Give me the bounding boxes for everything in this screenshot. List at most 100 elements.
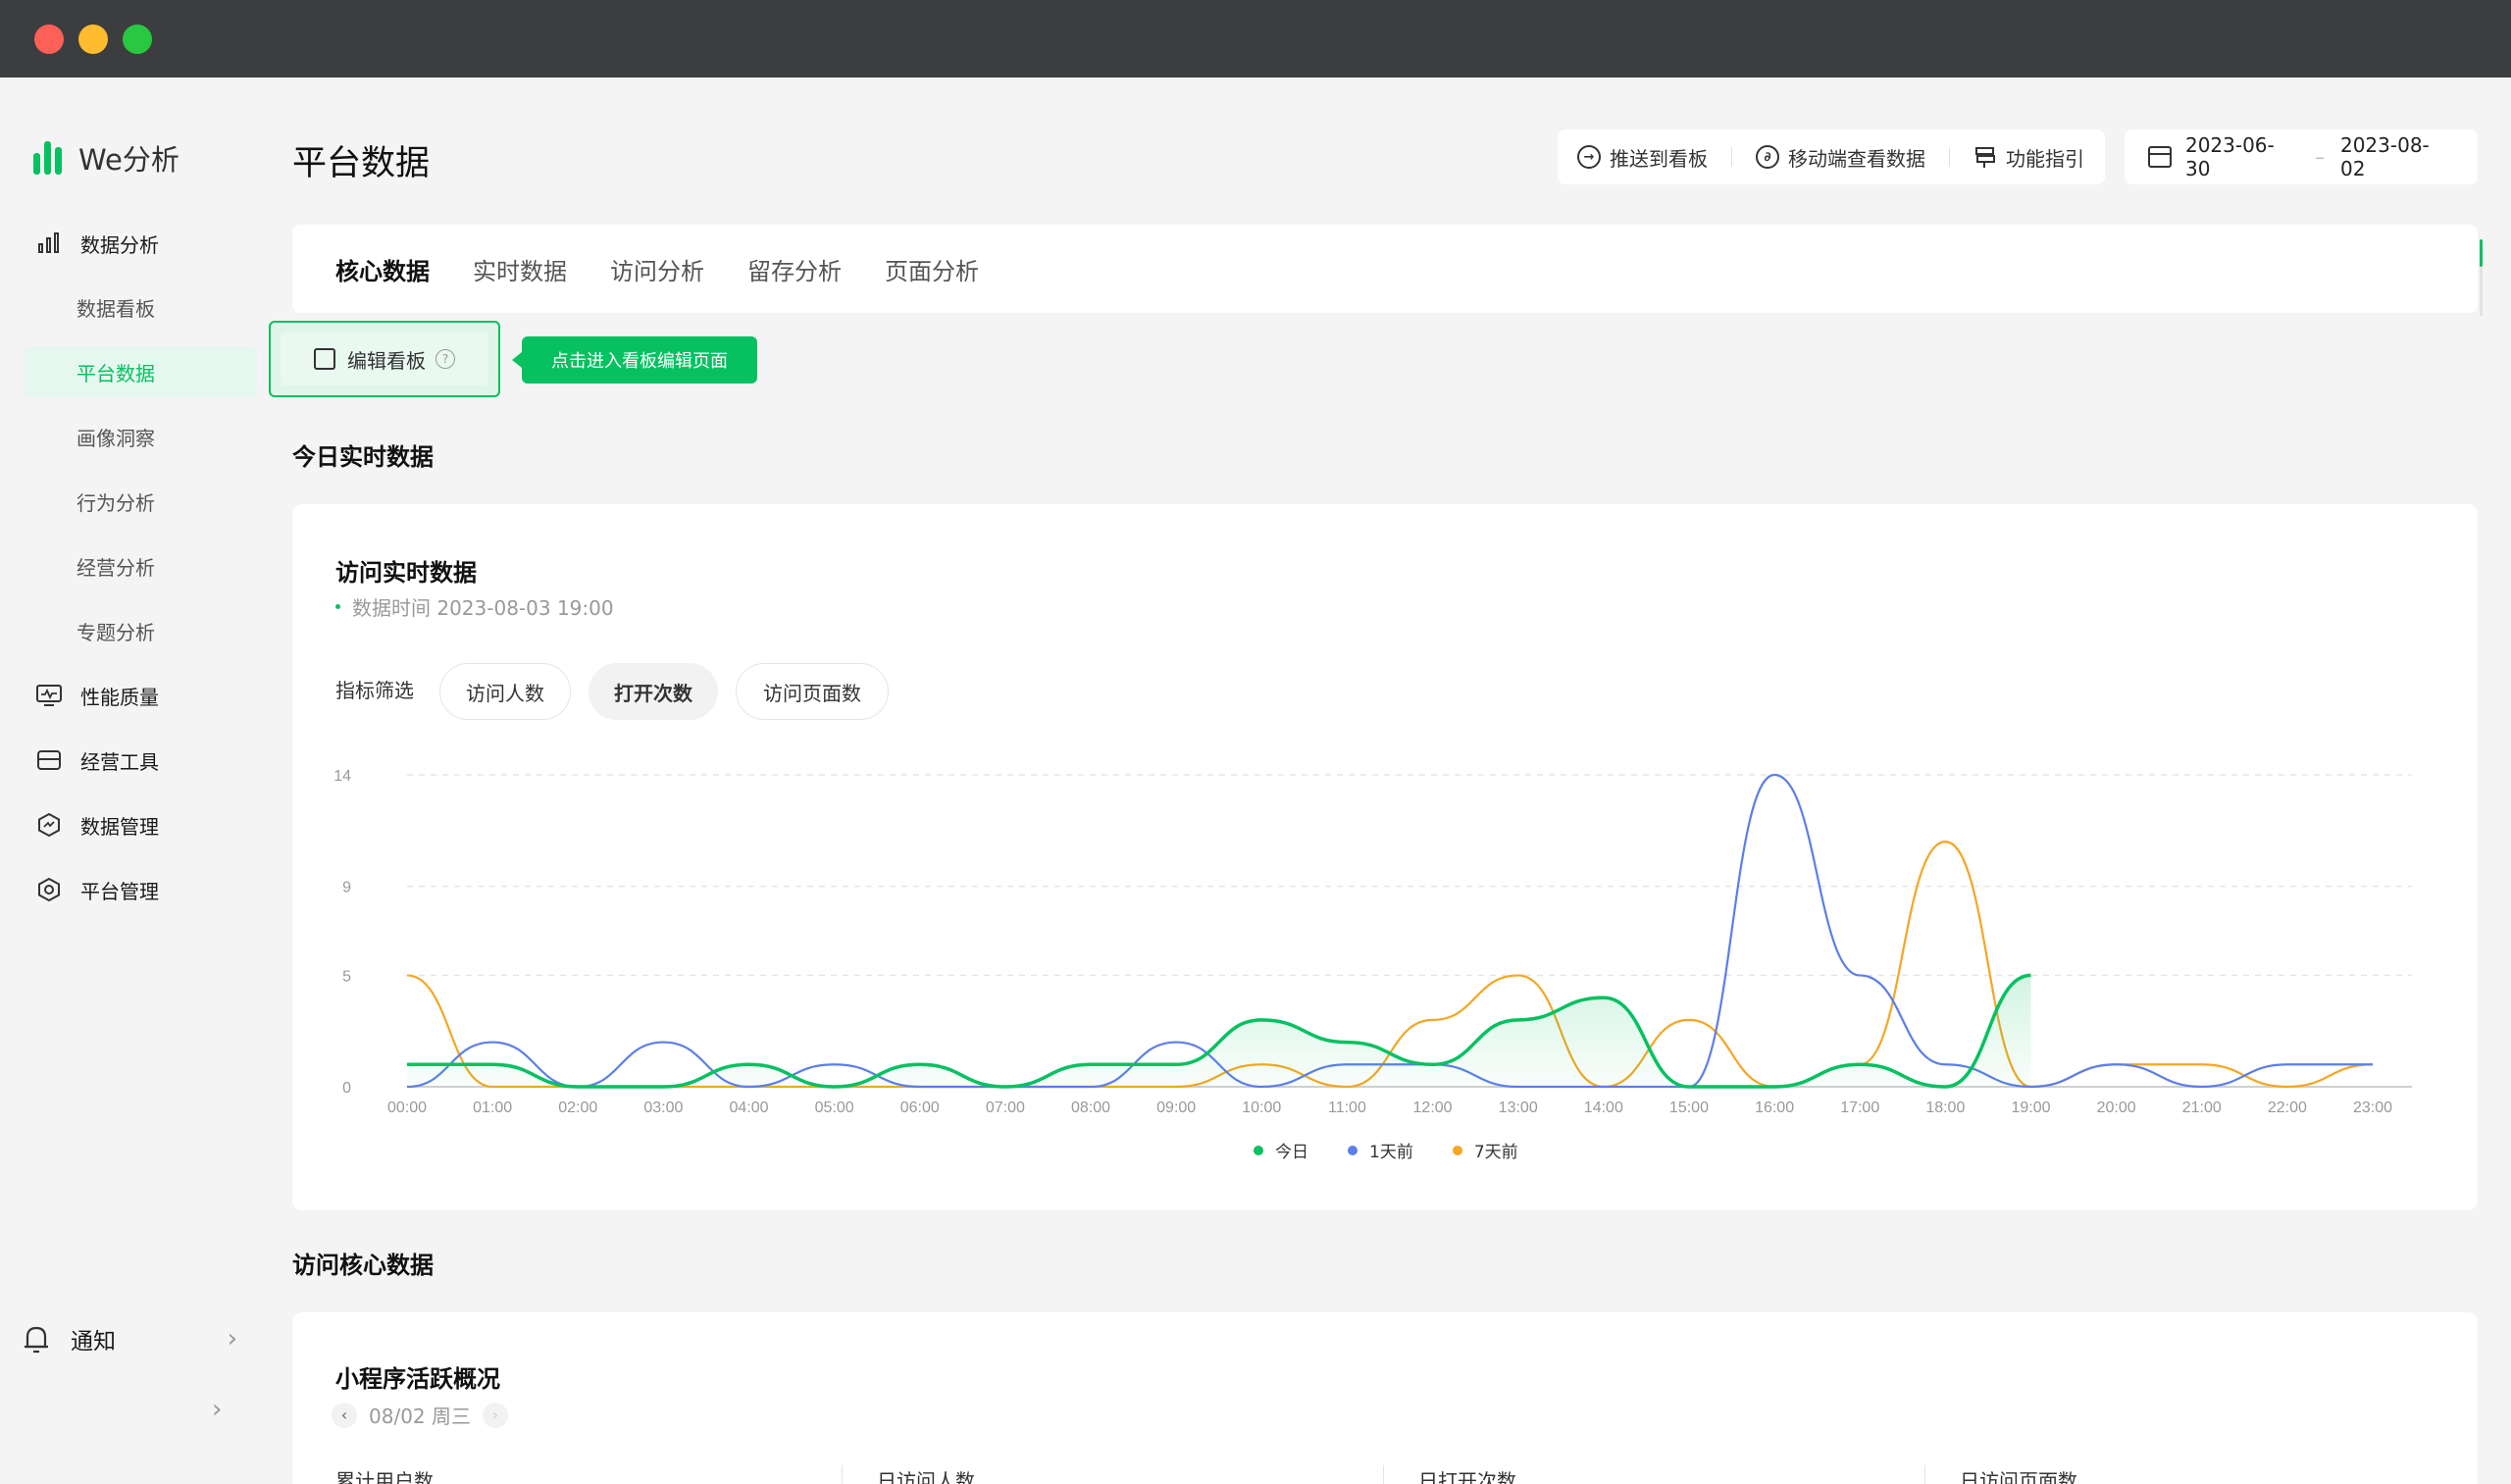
next-date-button[interactable]: › xyxy=(483,1402,508,1428)
sidebar-item-platform-data[interactable]: 平台数据 xyxy=(24,346,257,397)
x-tick-label: 17:00 xyxy=(1840,1100,1879,1116)
arrow-right-circle-icon: → xyxy=(1577,145,1601,169)
y-tick-label: 0 xyxy=(342,1080,351,1097)
series-line-7days xyxy=(406,841,2374,1089)
x-tick-label: 16:00 xyxy=(1755,1100,1794,1116)
settings-hexagon-icon xyxy=(35,876,63,903)
brand-logo-icon xyxy=(33,141,63,175)
push-to-board-button[interactable]: → 推送到看板 xyxy=(1577,129,1708,184)
divider xyxy=(842,1465,843,1484)
edit-board-button[interactable]: 编辑看板 ? xyxy=(281,333,488,385)
x-tick-label: 21:00 xyxy=(2182,1100,2222,1116)
x-tick-label: 22:00 xyxy=(2268,1100,2307,1116)
x-tick-label: 14:00 xyxy=(1584,1100,1623,1116)
feature-guide-button[interactable]: 功能指引 xyxy=(1973,129,2084,184)
sidebar: We分析 数据分析 数据看板 平台数据 画像洞察 行为分析 经营分析 专题分析 … xyxy=(0,77,265,1484)
legend-item-1day[interactable]: 1天前 xyxy=(1348,1138,1413,1162)
tab-page-analysis[interactable]: 页面分析 xyxy=(885,252,979,286)
x-tick-label: 11:00 xyxy=(1328,1100,1366,1116)
x-tick-label: 05:00 xyxy=(815,1100,854,1116)
sidebar-section-business-tools[interactable]: 经营工具 xyxy=(24,735,257,786)
x-tick-label: 18:00 xyxy=(1925,1100,1965,1116)
realtime-card: 访问实时数据 数据时间 2023-08-03 19:00 指标筛选 访问人数 打… xyxy=(292,504,2478,1210)
help-icon[interactable]: ? xyxy=(436,349,455,369)
brand[interactable]: We分析 xyxy=(33,138,179,178)
sidebar-section-data-management[interactable]: 数据管理 xyxy=(24,799,257,850)
calendar-icon xyxy=(2148,146,2172,168)
edit-board-label: 编辑看板 xyxy=(347,348,426,373)
sidebar-item-portrait-insight[interactable]: 画像洞察 xyxy=(24,411,257,462)
x-tick-label: 04:00 xyxy=(729,1100,768,1116)
tab-core-data[interactable]: 核心数据 xyxy=(335,252,430,286)
x-tick-label: 20:00 xyxy=(2097,1100,2136,1116)
metric-daily-page-views: 日访问页面数 xyxy=(1960,1469,2077,1484)
x-tick-label: 19:00 xyxy=(2011,1100,2050,1116)
x-tick-label: 13:00 xyxy=(1499,1100,1538,1116)
legend-item-7days[interactable]: 7天前 xyxy=(1452,1138,1518,1162)
date-navigator: ‹ 08/02 周三 › xyxy=(332,1401,508,1429)
x-tick-label: 09:00 xyxy=(1156,1100,1196,1116)
legend-swatch xyxy=(1254,1145,1263,1155)
y-tick-label: 9 xyxy=(342,880,351,896)
legend-label: 7天前 xyxy=(1473,1143,1518,1162)
section-title-realtime: 今日实时数据 xyxy=(292,443,434,471)
x-tick-label: 07:00 xyxy=(986,1100,1025,1116)
zoom-window-button[interactable] xyxy=(123,25,152,54)
date-start: 2023-06-30 xyxy=(2184,133,2275,180)
legend-swatch xyxy=(1452,1145,1462,1155)
y-tick-label: 5 xyxy=(342,968,351,985)
date-end: 2023-08-02 xyxy=(2339,133,2430,180)
divider xyxy=(1949,147,1950,167)
realtime-line-chart: 0 5 9 14 00:00 01:00 02:00 03:00 04:00 05:00 06:00… xyxy=(333,768,2412,1116)
series-area-today xyxy=(407,975,2031,1087)
hexagon-icon xyxy=(35,811,63,839)
sidebar-section-data-analysis[interactable]: 数据分析 xyxy=(24,218,257,269)
signpost-icon xyxy=(1973,145,1997,169)
x-tick-label: 08:00 xyxy=(1071,1100,1110,1116)
x-tick-label: 12:00 xyxy=(1413,1100,1453,1116)
scrollbar-track[interactable] xyxy=(2480,267,2483,316)
sidebar-section-platform-management[interactable]: 平台管理 xyxy=(24,864,257,915)
x-tick-label: 02:00 xyxy=(558,1100,597,1116)
mobile-view-label: 移动端查看数据 xyxy=(1788,146,1925,171)
sidebar-section-performance[interactable]: 性能质量 xyxy=(24,670,257,721)
tab-retention-analysis[interactable]: 留存分析 xyxy=(747,252,842,286)
sidebar-section-label: 经营工具 xyxy=(80,749,159,774)
x-tick-label: 06:00 xyxy=(900,1100,940,1116)
tab-realtime-data[interactable]: 实时数据 xyxy=(473,252,567,286)
series-line-1day xyxy=(406,773,2373,1089)
notifications-item[interactable] xyxy=(22,1315,237,1362)
divider xyxy=(1924,1465,1925,1484)
current-date: 08/02 周三 xyxy=(369,1405,471,1428)
tab-visit-analysis[interactable]: 访问分析 xyxy=(610,252,704,286)
store-icon xyxy=(35,746,63,774)
x-tick-label: 15:00 xyxy=(1669,1100,1709,1116)
edit-board-highlight: 编辑看板 ? xyxy=(269,321,500,397)
minimize-window-button[interactable] xyxy=(78,25,108,54)
close-window-button[interactable] xyxy=(34,25,64,54)
sidebar-item-business-analysis[interactable]: 经营分析 xyxy=(24,540,257,591)
legend-item-today[interactable]: 今日 xyxy=(1254,1138,1308,1162)
page-title: 平台数据 xyxy=(292,144,431,183)
mobile-view-button[interactable]: ∂ 移动端查看数据 xyxy=(1756,129,1925,184)
date-separator: – xyxy=(2314,145,2325,169)
scrollbar-thumb[interactable] xyxy=(2480,239,2483,267)
legend-swatch xyxy=(1348,1145,1358,1155)
section-title-core: 访问核心数据 xyxy=(292,1252,434,1279)
sidebar-section-label: 数据管理 xyxy=(80,814,159,839)
x-tick-label: 23:00 xyxy=(2353,1100,2392,1116)
x-tick-label: 00:00 xyxy=(387,1100,427,1116)
sidebar-item-data-board[interactable]: 数据看板 xyxy=(24,281,257,333)
sidebar-section-label: 平台管理 xyxy=(80,879,159,903)
prev-date-button[interactable]: ‹ xyxy=(332,1402,357,1428)
date-range-picker[interactable]: 2023-06-30 – 2023-08-02 xyxy=(2125,129,2478,184)
brand-name: We分析 xyxy=(78,143,179,177)
legend-label: 1天前 xyxy=(1369,1143,1413,1162)
edit-icon xyxy=(314,348,335,370)
sidebar-item-topic-analysis[interactable]: 专题分析 xyxy=(24,605,257,656)
collapse-sidebar-chevron-icon[interactable]: › xyxy=(212,1395,222,1424)
metric-daily-opens: 日打开次数 xyxy=(1418,1469,1516,1484)
monitor-icon xyxy=(35,682,63,709)
sidebar-item-behavior-analysis[interactable]: 行为分析 xyxy=(24,476,257,527)
feature-guide-label: 功能指引 xyxy=(2006,146,2084,171)
